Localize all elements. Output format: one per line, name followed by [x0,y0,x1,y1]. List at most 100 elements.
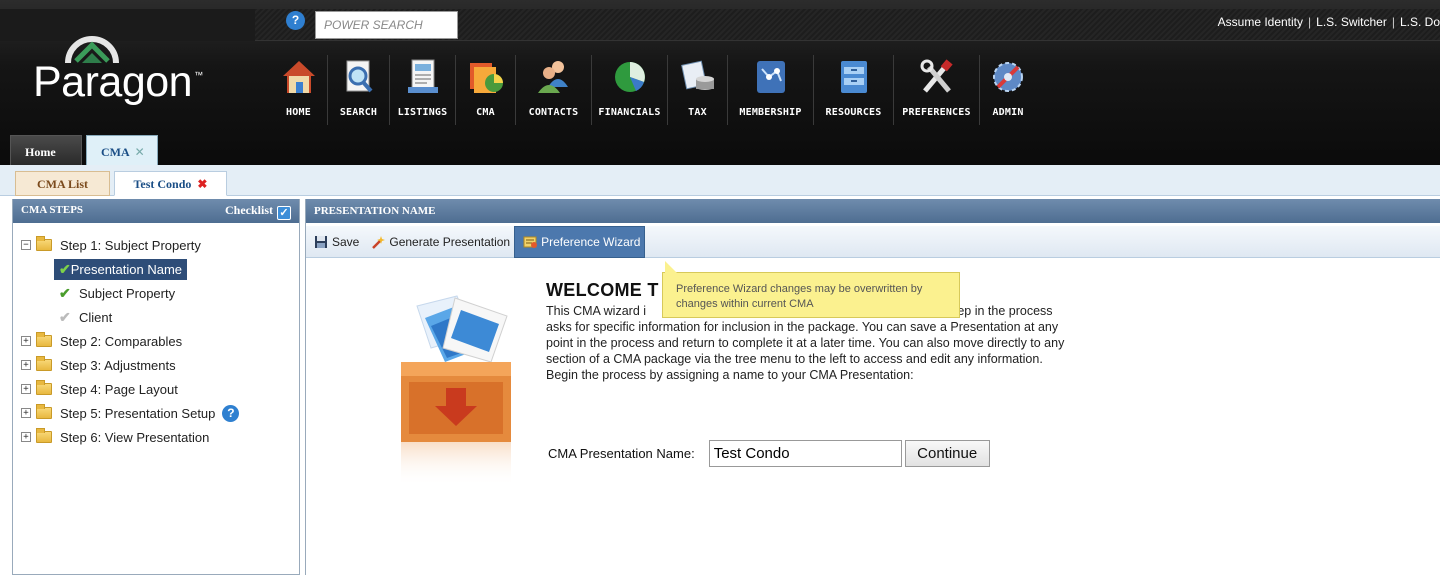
nav-home[interactable]: HOME [270,55,328,125]
nav-search[interactable]: SEARCH [328,55,390,125]
nav-label: CMA [476,107,495,118]
button-label: Save [332,234,360,249]
tree-label: Client [79,309,113,325]
expand-icon[interactable]: + [21,432,31,442]
preferences-icon [915,55,959,99]
financials-icon [608,55,652,99]
help-icon[interactable]: ? [286,11,305,30]
folder-icon [36,428,52,443]
resources-icon [832,55,876,99]
nav-label: RESOURCES [825,107,882,118]
nav-listings[interactable]: LISTINGS [390,55,456,125]
tree-step-1[interactable]: − Step 1: Subject Property [13,233,299,257]
welcome-line: point in the process and return to compl… [546,336,1065,350]
paragon-logo[interactable]: Paragon ™ [33,58,203,107]
nav-cma[interactable]: CMA [456,55,516,125]
nav-contacts[interactable]: CONTACTS [516,55,592,125]
tab-label: CMA [101,145,130,159]
search-icon [337,55,381,99]
separator: | [1308,15,1312,29]
nav-financials[interactable]: FINANCIALS [592,55,668,125]
close-icon[interactable]: ✖ [197,177,207,191]
button-label: Preference Wizard [541,234,641,249]
checkbox-checked-icon[interactable]: ✓ [277,206,291,220]
top-strip-notch [0,9,255,41]
membership-icon [749,55,793,99]
tree-label: Step 5: Presentation Setup [60,405,216,421]
logo-tm: ™ [194,70,203,80]
checklist-toggle[interactable]: Checklist ✓ [225,203,291,220]
nav-tax[interactable]: TAX [668,55,728,125]
tab-home[interactable]: Home [10,135,82,165]
nav-label: PREFERENCES [902,107,971,118]
preference-wizard-button[interactable]: Preference Wizard [514,225,646,258]
panel-title: CMA STEPS [21,204,84,216]
tree-client[interactable]: ✔ Client [13,305,299,329]
assume-identity-link[interactable]: Assume Identity [1218,15,1303,29]
close-icon[interactable]: ✕ [135,145,145,159]
collapse-icon[interactable]: − [21,240,31,250]
continue-button[interactable]: Continue [904,440,990,467]
nav-label: TAX [688,107,707,118]
tree-label: Subject Property [79,285,176,301]
toolbar: Save Generate Presentation Preference Wi… [306,225,1440,258]
tree-label: Step 4: Page Layout [60,381,178,397]
folder-icon [36,356,52,371]
presentation-name-label: CMA Presentation Name: [548,446,695,461]
button-label: Generate Presentation [389,234,511,249]
tree-subject-property[interactable]: ✔ Subject Property [13,281,299,305]
steps-tree: − Step 1: Subject Property ✔Presentation … [13,223,299,449]
ls-switcher-link[interactable]: L.S. Switcher [1316,15,1387,29]
expand-icon[interactable]: + [21,384,31,394]
expand-icon[interactable]: + [21,360,31,370]
tree-presentation-name[interactable]: ✔Presentation Name [13,257,299,281]
ls-do-link[interactable]: L.S. Do [1400,15,1440,29]
tab-label: CMA List [37,177,88,191]
nav-preferences[interactable]: PREFERENCES [894,55,980,125]
welcome-line: section of a CMA package via the tree me… [546,352,1043,366]
wand-icon [372,235,386,249]
tree-step-3[interactable]: + Step 3: Adjustments [13,353,299,377]
generate-presentation-button[interactable]: Generate Presentation [363,226,514,258]
listings-icon [401,55,445,99]
power-search-input[interactable] [315,11,458,39]
checklist-label: Checklist [225,203,273,217]
nav-label: HOME [286,107,311,118]
admin-icon [986,55,1030,99]
wizard-icon [523,236,538,248]
main-tabs: Home CMA ✕ [10,135,162,165]
presentation-name-input[interactable] [708,440,902,467]
selected-item: ✔Presentation Name [54,258,188,280]
nav-resources[interactable]: RESOURCES [814,55,894,125]
tree-step-6[interactable]: + Step 6: View Presentation [13,425,299,449]
tab-test-condo[interactable]: Test Condo ✖ [114,171,227,196]
panel-title: PRESENTATION NAME [314,205,436,217]
tab-label: Test Condo [133,177,192,191]
nav-admin[interactable]: ADMIN [980,55,1036,125]
checkmark-icon: ✔ [59,260,71,277]
folder-icon [36,380,52,395]
tab-cma-list[interactable]: CMA List [15,171,110,196]
folder-icon [36,236,52,251]
separator: | [1391,15,1395,29]
logo-text: Paragon [33,58,193,106]
nav-label: ADMIN [992,107,1024,118]
contacts-icon [532,55,576,99]
welcome-line: Begin the process by assigning a name to… [546,368,914,382]
presentation-name-row: CMA Presentation Name: Continue [548,440,990,467]
nav-label: CONTACTS [528,107,579,118]
tree-step-5[interactable]: + Step 5: Presentation Setup? [13,401,299,425]
nav-label: MEMBERSHIP [739,107,802,118]
tax-icon [676,55,720,99]
nav-membership[interactable]: MEMBERSHIP [728,55,814,125]
save-button[interactable]: Save [306,226,363,258]
help-icon[interactable]: ? [222,404,240,422]
folder-icon [36,332,52,347]
tree-step-2[interactable]: + Step 2: Comparables [13,329,299,353]
folder-icon [36,404,52,419]
tab-cma[interactable]: CMA ✕ [86,135,158,165]
panel-header: PRESENTATION NAME [306,199,1440,223]
tree-step-4[interactable]: + Step 4: Page Layout [13,377,299,401]
expand-icon[interactable]: + [21,336,31,346]
expand-icon[interactable]: + [21,408,31,418]
